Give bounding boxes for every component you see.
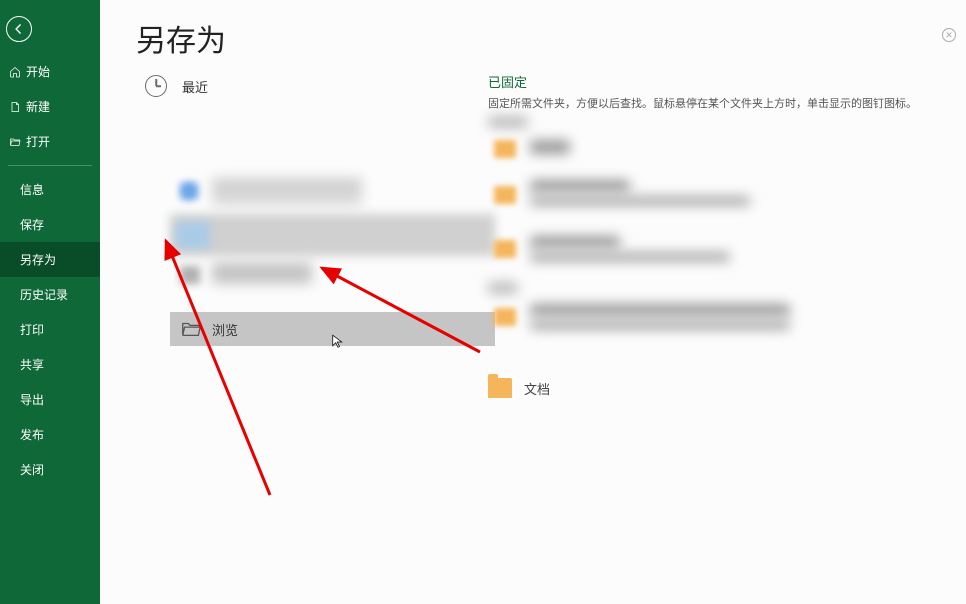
folder-documents-label: 文档 — [524, 379, 550, 398]
nav-close-label: 关闭 — [20, 461, 44, 478]
blurred-location-3 — [212, 262, 312, 284]
nav-new[interactable]: 新建 — [0, 89, 100, 124]
nav-print[interactable]: 打印 — [0, 312, 100, 347]
nav-info-label: 信息 — [20, 181, 44, 198]
blurred-cloud-icon — [178, 180, 200, 202]
location-browse-label: 浏览 — [212, 320, 238, 339]
clock-icon — [142, 72, 170, 100]
blurred-folder-2-name — [530, 180, 630, 192]
blurred-folder-icon-2 — [494, 186, 516, 204]
nav-export-label: 导出 — [20, 391, 44, 408]
locations-list: 最近 浏览 — [136, 62, 459, 110]
backstage-sidebar: 开始 新建 打开 信息 保存 另存为 历史记录 打印 共享 导出 发布 关闭 — [0, 0, 100, 604]
nav-home-label: 开始 — [26, 63, 50, 80]
nav-save[interactable]: 保存 — [0, 207, 100, 242]
nav-new-label: 新建 — [26, 98, 50, 115]
folder-open-icon — [180, 318, 202, 340]
blurred-location-2-selected — [170, 214, 495, 256]
nav-saveas[interactable]: 另存为 — [0, 242, 100, 277]
nav-history[interactable]: 历史记录 — [0, 277, 100, 312]
nav-info[interactable]: 信息 — [0, 172, 100, 207]
blurred-heading-2 — [488, 282, 518, 294]
blurred-folder-1 — [530, 140, 570, 154]
nav-close[interactable]: 关闭 — [0, 452, 100, 487]
blurred-folder-4-name — [530, 304, 790, 316]
nav-publish[interactable]: 发布 — [0, 417, 100, 452]
blurred-location-1 — [212, 178, 362, 206]
nav-publish-label: 发布 — [20, 426, 44, 443]
nav-open[interactable]: 打开 — [0, 124, 100, 159]
blurred-folder-4-path — [530, 320, 790, 330]
nav-divider — [8, 165, 92, 166]
nav-print-label: 打印 — [20, 321, 44, 338]
location-recent[interactable]: 最近 — [136, 62, 459, 110]
back-button[interactable] — [6, 16, 32, 42]
pinned-help-text: 固定所需文件夹，方便以后查找。鼠标悬停在某个文件夹上方时，单击显示的图钉图标。 — [488, 95, 958, 111]
nav-saveas-label: 另存为 — [20, 251, 56, 268]
page-title: 另存为 — [136, 16, 966, 60]
folder-icon — [488, 378, 512, 398]
blurred-folder-icon-3 — [494, 240, 516, 258]
blurred-folder-icon-1 — [494, 140, 516, 158]
file-new-icon — [8, 101, 22, 113]
nav-share-label: 共享 — [20, 356, 44, 373]
folder-documents[interactable]: 文档 — [488, 378, 550, 398]
blurred-addplace-icon — [180, 266, 200, 284]
folder-open-icon — [8, 136, 22, 148]
blurred-folder-3-path — [530, 252, 730, 262]
main-panel: 另存为 ✕ 最近 浏览 已固定 固定所需文件夹，方便以后查找。鼠标悬停在某个文件… — [100, 0, 966, 604]
blurred-heading-1 — [488, 116, 528, 128]
nav-share[interactable]: 共享 — [0, 347, 100, 382]
arrow-left-icon — [12, 22, 26, 36]
blurred-folder-3-name — [530, 236, 620, 248]
pinned-section-title: 已固定 — [488, 72, 958, 91]
details-pane: 已固定 固定所需文件夹，方便以后查找。鼠标悬停在某个文件夹上方时，单击显示的图钉… — [488, 72, 958, 119]
nav-history-label: 历史记录 — [20, 286, 68, 303]
blurred-folder-icon-4 — [494, 308, 516, 326]
mouse-cursor-icon — [332, 334, 344, 350]
nav-export[interactable]: 导出 — [0, 382, 100, 417]
location-recent-label: 最近 — [182, 77, 208, 96]
blurred-pc-icon — [176, 222, 210, 248]
nav-home[interactable]: 开始 — [0, 54, 100, 89]
blurred-folder-2-path — [530, 196, 750, 206]
nav-open-label: 打开 — [26, 133, 50, 150]
home-icon — [8, 66, 22, 78]
close-panel-button[interactable]: ✕ — [942, 28, 956, 42]
nav-save-label: 保存 — [20, 216, 44, 233]
